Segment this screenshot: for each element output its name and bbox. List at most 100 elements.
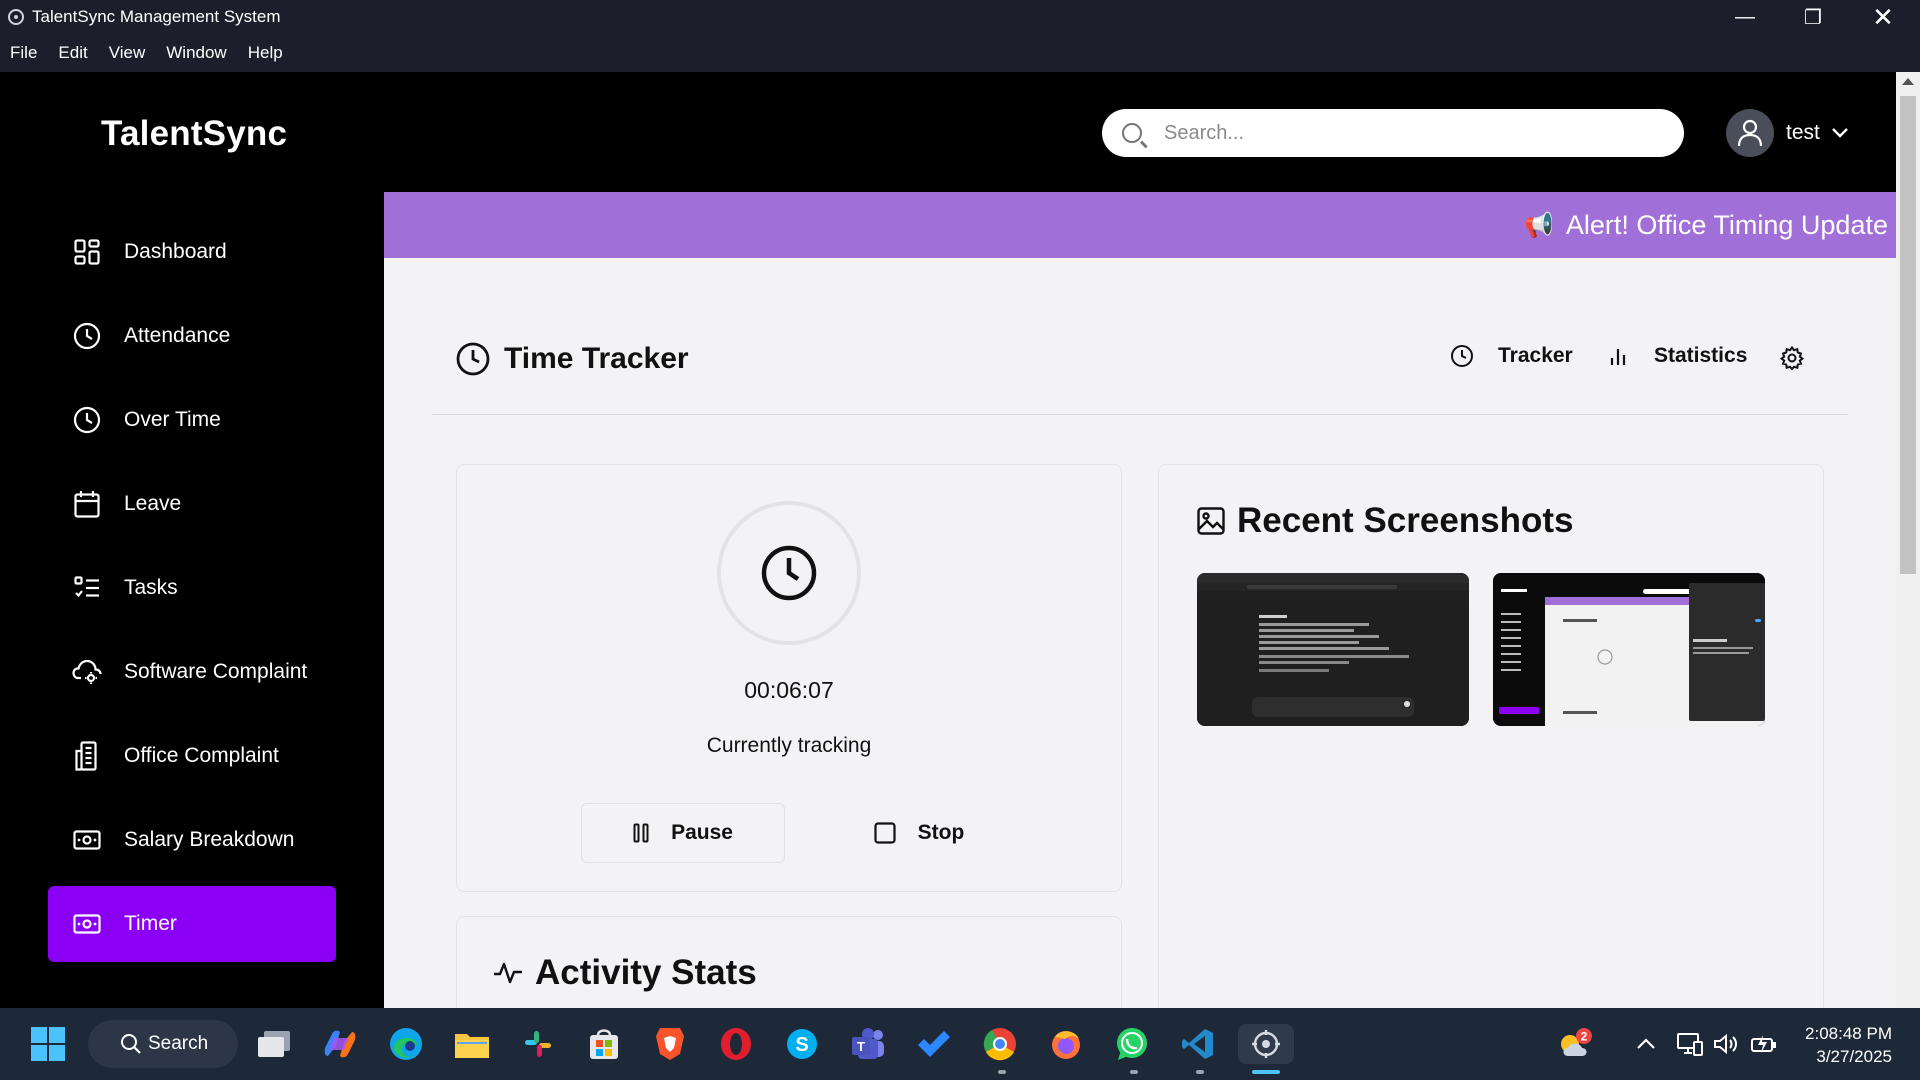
user-icon xyxy=(1737,119,1763,147)
clock-icon xyxy=(761,545,817,601)
taskbar: Search S T 2 2:08:48 PM 3/27/2025 xyxy=(0,1008,1920,1080)
battery-icon[interactable] xyxy=(1746,1024,1782,1064)
screenshot-thumbnail[interactable] xyxy=(1493,573,1765,726)
alert-text: Alert! Office Timing Update xyxy=(1565,210,1888,240)
firefox-browser-icon[interactable] xyxy=(1046,1024,1086,1064)
screenshot-thumbnail[interactable] xyxy=(1197,573,1469,726)
chrome-browser-icon[interactable] xyxy=(980,1024,1020,1064)
stop-button[interactable]: Stop xyxy=(821,803,1017,863)
microsoft-store-icon[interactable] xyxy=(584,1024,624,1064)
brave-browser-icon[interactable] xyxy=(650,1024,690,1064)
sidebar-item-label: Office Complaint xyxy=(124,744,279,767)
menu-bar: File Edit View Window Help xyxy=(0,34,1920,72)
scrollbar[interactable] xyxy=(1896,72,1920,1008)
system-clock[interactable]: 2:08:48 PM 3/27/2025 xyxy=(1796,1022,1892,1068)
sidebar-item-attendance[interactable]: Attendance xyxy=(48,298,336,374)
clock-icon xyxy=(72,405,102,435)
scroll-up-arrow-icon[interactable] xyxy=(1902,78,1914,85)
running-indicator xyxy=(998,1070,1006,1074)
dashboard-icon xyxy=(72,237,102,267)
teams-icon[interactable]: T xyxy=(848,1024,888,1064)
search-input[interactable] xyxy=(1164,121,1644,145)
tab-tracker[interactable]: Tracker xyxy=(1450,344,1573,368)
sidebar-item-label: Software Complaint xyxy=(124,660,308,683)
cloud-gear-icon xyxy=(72,657,102,687)
tab-statistics[interactable]: Statistics xyxy=(1608,344,1747,368)
menu-help[interactable]: Help xyxy=(248,43,283,63)
pause-icon xyxy=(633,823,649,843)
network-icon[interactable] xyxy=(1672,1024,1708,1064)
settings-gear-icon[interactable] xyxy=(1780,346,1804,370)
timer-dial xyxy=(717,501,861,645)
svg-text:T: T xyxy=(857,1039,865,1054)
stop-icon xyxy=(874,822,896,844)
menu-view[interactable]: View xyxy=(109,43,146,63)
menu-edit[interactable]: Edit xyxy=(58,43,87,63)
sidebar-item-office-complaint[interactable]: Office Complaint xyxy=(48,718,336,794)
skype-icon[interactable]: S xyxy=(782,1024,822,1064)
main-content: 📢 Alert! Office Timing Update Time Track… xyxy=(384,192,1896,1008)
sidebar-item-over-time[interactable]: Over Time xyxy=(48,382,336,458)
clock-icon xyxy=(456,342,490,376)
sidebar-item-timer[interactable]: Timer xyxy=(48,886,336,962)
app-window: TalentSync test Dashboard Attenda xyxy=(0,72,1920,1008)
copilot-icon[interactable] xyxy=(320,1024,360,1064)
sidebar: Dashboard Attendance Over Time Leave Tas… xyxy=(0,192,384,1008)
megaphone-icon: 📢 xyxy=(1523,212,1554,239)
vscode-icon[interactable] xyxy=(1178,1024,1218,1064)
menu-file[interactable]: File xyxy=(10,43,37,63)
weather-icon[interactable]: 2 xyxy=(1552,1024,1596,1064)
taskbar-search-button[interactable]: Search xyxy=(88,1020,238,1068)
todo-icon[interactable] xyxy=(914,1024,954,1064)
brand-logo[interactable]: TalentSync xyxy=(101,114,287,154)
timer-card: 00:06:07 Currently tracking Pause Stop xyxy=(456,464,1122,892)
close-button[interactable]: ✕ xyxy=(1848,0,1918,34)
sidebar-item-software-complaint[interactable]: Software Complaint xyxy=(48,634,336,710)
whatsapp-icon[interactable] xyxy=(1112,1024,1152,1064)
sidebar-item-leave[interactable]: Leave xyxy=(48,466,336,542)
sidebar-item-label: Dashboard xyxy=(124,240,227,263)
activity-card: Activity Stats xyxy=(456,916,1122,1008)
user-menu[interactable]: test xyxy=(1726,109,1848,157)
window-title: TalentSync Management System xyxy=(32,7,281,26)
talentsync-app-icon[interactable] xyxy=(1238,1024,1294,1064)
clock-icon xyxy=(72,321,102,351)
sidebar-item-dashboard[interactable]: Dashboard xyxy=(48,214,336,290)
task-view-icon[interactable] xyxy=(254,1024,294,1064)
slack-icon[interactable] xyxy=(518,1024,558,1064)
bar-chart-icon xyxy=(1610,349,1626,365)
chevron-down-icon[interactable] xyxy=(1832,128,1848,138)
divider xyxy=(432,414,1848,415)
elapsed-time: 00:06:07 xyxy=(744,677,834,703)
chevron-up-icon[interactable] xyxy=(1626,1024,1666,1064)
tracking-status: Currently tracking xyxy=(706,734,872,757)
pause-button[interactable]: Pause xyxy=(581,803,785,863)
search-bar[interactable] xyxy=(1102,109,1684,157)
timer-icon xyxy=(72,909,102,939)
menu-window[interactable]: Window xyxy=(166,43,226,63)
avatar[interactable] xyxy=(1726,109,1774,157)
volume-icon[interactable] xyxy=(1708,1024,1744,1064)
sidebar-item-salary-breakdown[interactable]: Salary Breakdown xyxy=(48,802,336,878)
sidebar-item-label: Salary Breakdown xyxy=(124,828,295,851)
active-app-indicator xyxy=(1252,1070,1280,1074)
screenshots-title: Recent Screenshots xyxy=(1197,501,1574,541)
page-title: Time Tracker xyxy=(456,342,689,376)
scrollbar-thumb[interactable] xyxy=(1900,96,1916,574)
windows-start-icon[interactable] xyxy=(28,1024,68,1064)
search-icon xyxy=(121,1034,141,1054)
username[interactable]: test xyxy=(1786,121,1820,145)
minimize-button[interactable]: — xyxy=(1710,0,1780,34)
opera-browser-icon[interactable] xyxy=(716,1024,756,1064)
maximize-button[interactable]: ❐ xyxy=(1778,0,1848,34)
clock-time: 2:08:48 PM xyxy=(1805,1024,1892,1043)
sidebar-item-tasks[interactable]: Tasks xyxy=(48,550,336,626)
file-explorer-icon[interactable] xyxy=(452,1024,492,1064)
calendar-icon xyxy=(72,489,102,519)
edge-browser-icon[interactable] xyxy=(386,1024,426,1064)
sidebar-item-label: Tasks xyxy=(124,576,178,599)
svg-text:S: S xyxy=(795,1034,808,1056)
sidebar-item-label: Timer xyxy=(124,912,177,935)
activity-icon xyxy=(494,962,522,984)
clock-icon xyxy=(1451,345,1473,367)
